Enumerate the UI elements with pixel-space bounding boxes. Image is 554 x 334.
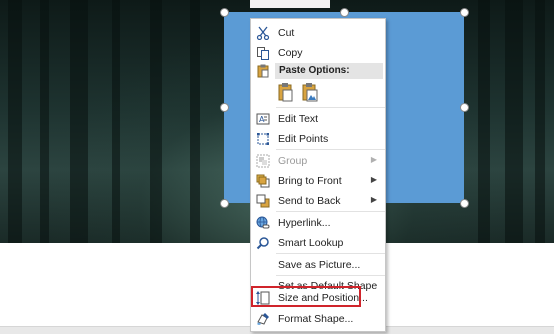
menu-item-copy[interactable]: Copy (251, 43, 385, 63)
menu-item-hyperlink[interactable]: Hyperlink... (251, 213, 385, 233)
menu-item-bring-to-front[interactable]: Bring to Front ▶ (251, 171, 385, 191)
menu-item-label: Smart Lookup (278, 237, 344, 249)
resize-handle-top-left[interactable] (220, 8, 229, 17)
menu-item-label: Copy (278, 47, 303, 59)
menu-item-edit-points[interactable]: Edit Points (251, 129, 385, 149)
paste-as-picture-icon[interactable] (301, 82, 319, 102)
text-placeholder[interactable] (250, 0, 330, 8)
paste-keep-formatting-icon[interactable] (277, 82, 295, 102)
menu-item-label: Group (278, 155, 308, 167)
menu-item-label: Cut (278, 27, 295, 39)
edit-text-icon: A (256, 112, 270, 126)
menu-item-label: Bring to Front (278, 175, 342, 187)
menu-item-format-shape[interactable]: Format Shape... (251, 309, 385, 329)
copy-icon (256, 46, 270, 60)
menu-item-edit-text[interactable]: A Edit Text (251, 109, 385, 129)
clipboard-icon (256, 64, 270, 78)
context-menu: Cut Copy Paste Options: A Edit Text Edit… (250, 18, 386, 332)
paste-options-header: Paste Options: (251, 63, 385, 79)
submenu-arrow-icon: ▶ (370, 155, 377, 164)
hyperlink-icon (256, 216, 270, 230)
resize-handle-bottom-left[interactable] (220, 199, 229, 208)
menu-item-smart-lookup[interactable]: Smart Lookup (251, 233, 385, 253)
menu-item-save-as-picture[interactable]: Save as Picture... (251, 255, 385, 275)
highlight-box (251, 286, 361, 307)
menu-item-label: Format Shape... (278, 313, 354, 325)
send-to-back-icon (256, 194, 270, 208)
resize-handle-middle-left[interactable] (220, 103, 229, 112)
bring-to-front-icon (256, 174, 270, 188)
resize-handle-middle-right[interactable] (460, 103, 469, 112)
edit-points-icon (256, 132, 270, 146)
menu-item-label: Save as Picture... (278, 259, 361, 271)
resize-handle-bottom-right[interactable] (460, 199, 469, 208)
menu-item-send-to-back[interactable]: Send to Back ▶ (251, 191, 385, 211)
menu-item-group: Group ▶ (251, 151, 385, 171)
submenu-arrow-icon[interactable]: ▶ (371, 195, 377, 204)
menu-item-label: Send to Back (278, 195, 341, 207)
scissors-icon (256, 26, 270, 41)
menu-item-label: Hyperlink... (278, 217, 331, 229)
menu-item-label: Edit Points (278, 133, 329, 145)
resize-handle-top-middle[interactable] (340, 8, 349, 17)
search-icon (256, 236, 270, 250)
resize-handle-top-right[interactable] (460, 8, 469, 17)
menu-item-cut[interactable]: Cut (251, 23, 385, 43)
menu-item-label: Edit Text (278, 113, 319, 125)
format-shape-icon (256, 312, 270, 326)
group-icon (256, 154, 270, 168)
submenu-arrow-icon[interactable]: ▶ (371, 175, 377, 184)
